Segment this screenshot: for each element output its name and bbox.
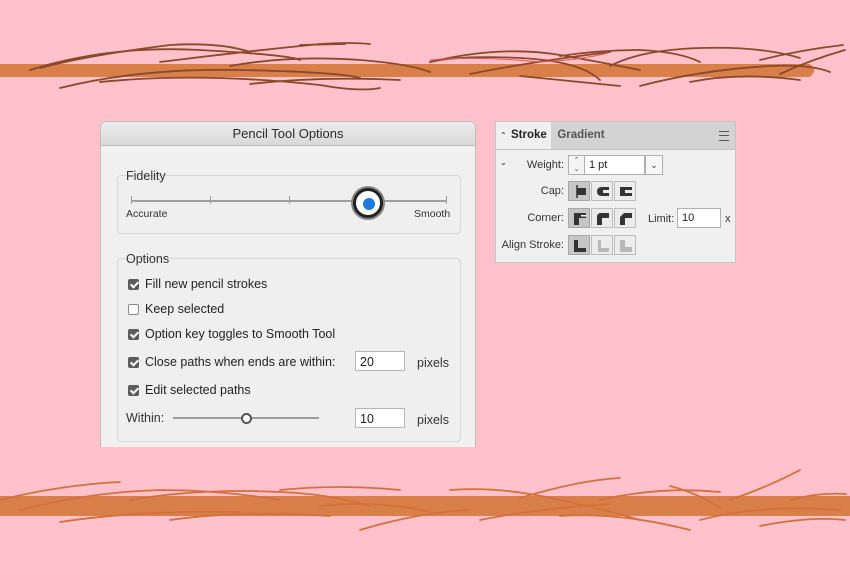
fill-new-strokes-checkbox[interactable] <box>128 278 139 290</box>
fidelity-max-label: Smooth <box>414 208 451 220</box>
fidelity-tick <box>131 196 132 204</box>
align-outside-button[interactable] <box>614 235 636 255</box>
within-slider-thumb[interactable] <box>240 413 252 424</box>
round-join-icon <box>597 213 609 225</box>
fidelity-tick <box>446 196 447 204</box>
weight-label: Weight: <box>526 159 564 171</box>
fidelity-group <box>117 175 461 234</box>
align-inside-icon <box>598 240 609 252</box>
round-cap-button[interactable] <box>591 181 613 201</box>
align-center-button[interactable] <box>568 235 590 255</box>
tab-stroke[interactable]: ⌃ ⌄ Stroke <box>496 122 551 167</box>
butt-cap-icon <box>576 185 586 198</box>
close-paths-unit-label: pixels <box>417 356 449 370</box>
corner-label: Corner: <box>527 212 564 224</box>
options-label: Options <box>126 252 170 266</box>
keep-selected-checkbox[interactable] <box>128 303 139 315</box>
close-paths-checkbox[interactable] <box>128 356 139 368</box>
option-key-toggle-option[interactable]: Option key toggles to Smooth Tool <box>128 326 335 342</box>
weight-input[interactable]: 1 pt <box>585 155 645 175</box>
projecting-cap-icon <box>620 187 632 196</box>
edit-selected-paths-label: Edit selected paths <box>145 383 251 397</box>
close-paths-pixels-input[interactable]: 20 <box>355 351 405 371</box>
tab-stroke-label: Stroke <box>511 129 547 141</box>
option-key-toggle-label: Option key toggles to Smooth Tool <box>145 327 336 341</box>
miter-join-button[interactable] <box>568 208 590 228</box>
fidelity-tick <box>289 196 290 204</box>
edit-selected-paths-checkbox[interactable] <box>128 384 139 396</box>
panel-tab-bar: ⌃ ⌄ Stroke Gradient <box>496 122 735 167</box>
bevel-join-icon <box>620 213 632 225</box>
within-pixels-input[interactable]: 10 <box>355 408 405 428</box>
pencil-tool-options-dialog: Pencil Tool Options Fidelity Accurate Sm… <box>100 121 476 447</box>
panel-menu-icon[interactable] <box>719 131 729 141</box>
keep-selected-label: Keep selected <box>145 302 225 316</box>
option-key-toggle-checkbox[interactable] <box>128 328 139 340</box>
fill-new-strokes-label: Fill new pencil strokes <box>145 277 268 291</box>
close-paths-label: Close paths when ends are within: <box>145 355 336 369</box>
align-stroke-label: Align Stroke: <box>501 239 564 251</box>
miter-join-icon <box>574 213 586 225</box>
fidelity-slider-thumb[interactable] <box>353 188 383 218</box>
round-join-button[interactable] <box>591 208 613 228</box>
close-paths-option[interactable]: Close paths when ends are within: <box>128 354 335 370</box>
fidelity-min-label: Accurate <box>126 208 168 220</box>
edit-selected-paths-option[interactable]: Edit selected paths <box>128 382 251 398</box>
align-center-icon <box>574 240 586 252</box>
cap-label: Cap: <box>540 185 564 197</box>
limit-unit-label: x <box>725 213 731 225</box>
limit-label: Limit: <box>648 213 675 225</box>
fidelity-tick <box>210 196 211 204</box>
weight-stepper[interactable]: ⌃ ⌄ <box>568 155 585 175</box>
projecting-cap-button[interactable] <box>614 181 636 201</box>
weight-dropdown-chevron-icon[interactable]: ⌄ <box>645 155 663 175</box>
fidelity-thumb-dot <box>363 198 375 210</box>
bevel-join-button[interactable] <box>614 208 636 228</box>
tab-gradient[interactable]: Gradient <box>551 122 611 149</box>
within-label: Within: <box>126 411 165 425</box>
align-outside-icon <box>620 240 632 252</box>
align-inside-button[interactable] <box>591 235 613 255</box>
stroke-panel: ⌃ ⌄ Stroke Gradient Weight: ⌃ ⌄ 1 pt ⌄ Cap… <box>495 121 736 263</box>
fidelity-label: Fidelity <box>126 169 166 183</box>
round-cap-icon <box>597 187 609 196</box>
keep-selected-option[interactable]: Keep selected <box>128 301 224 317</box>
dialog-title[interactable]: Pencil Tool Options <box>101 122 475 146</box>
within-unit-label: pixels <box>417 413 449 427</box>
miter-limit-input[interactable]: 10 <box>677 208 721 228</box>
fill-new-strokes-option[interactable]: Fill new pencil strokes <box>128 276 267 292</box>
butt-cap-button[interactable] <box>568 181 590 201</box>
